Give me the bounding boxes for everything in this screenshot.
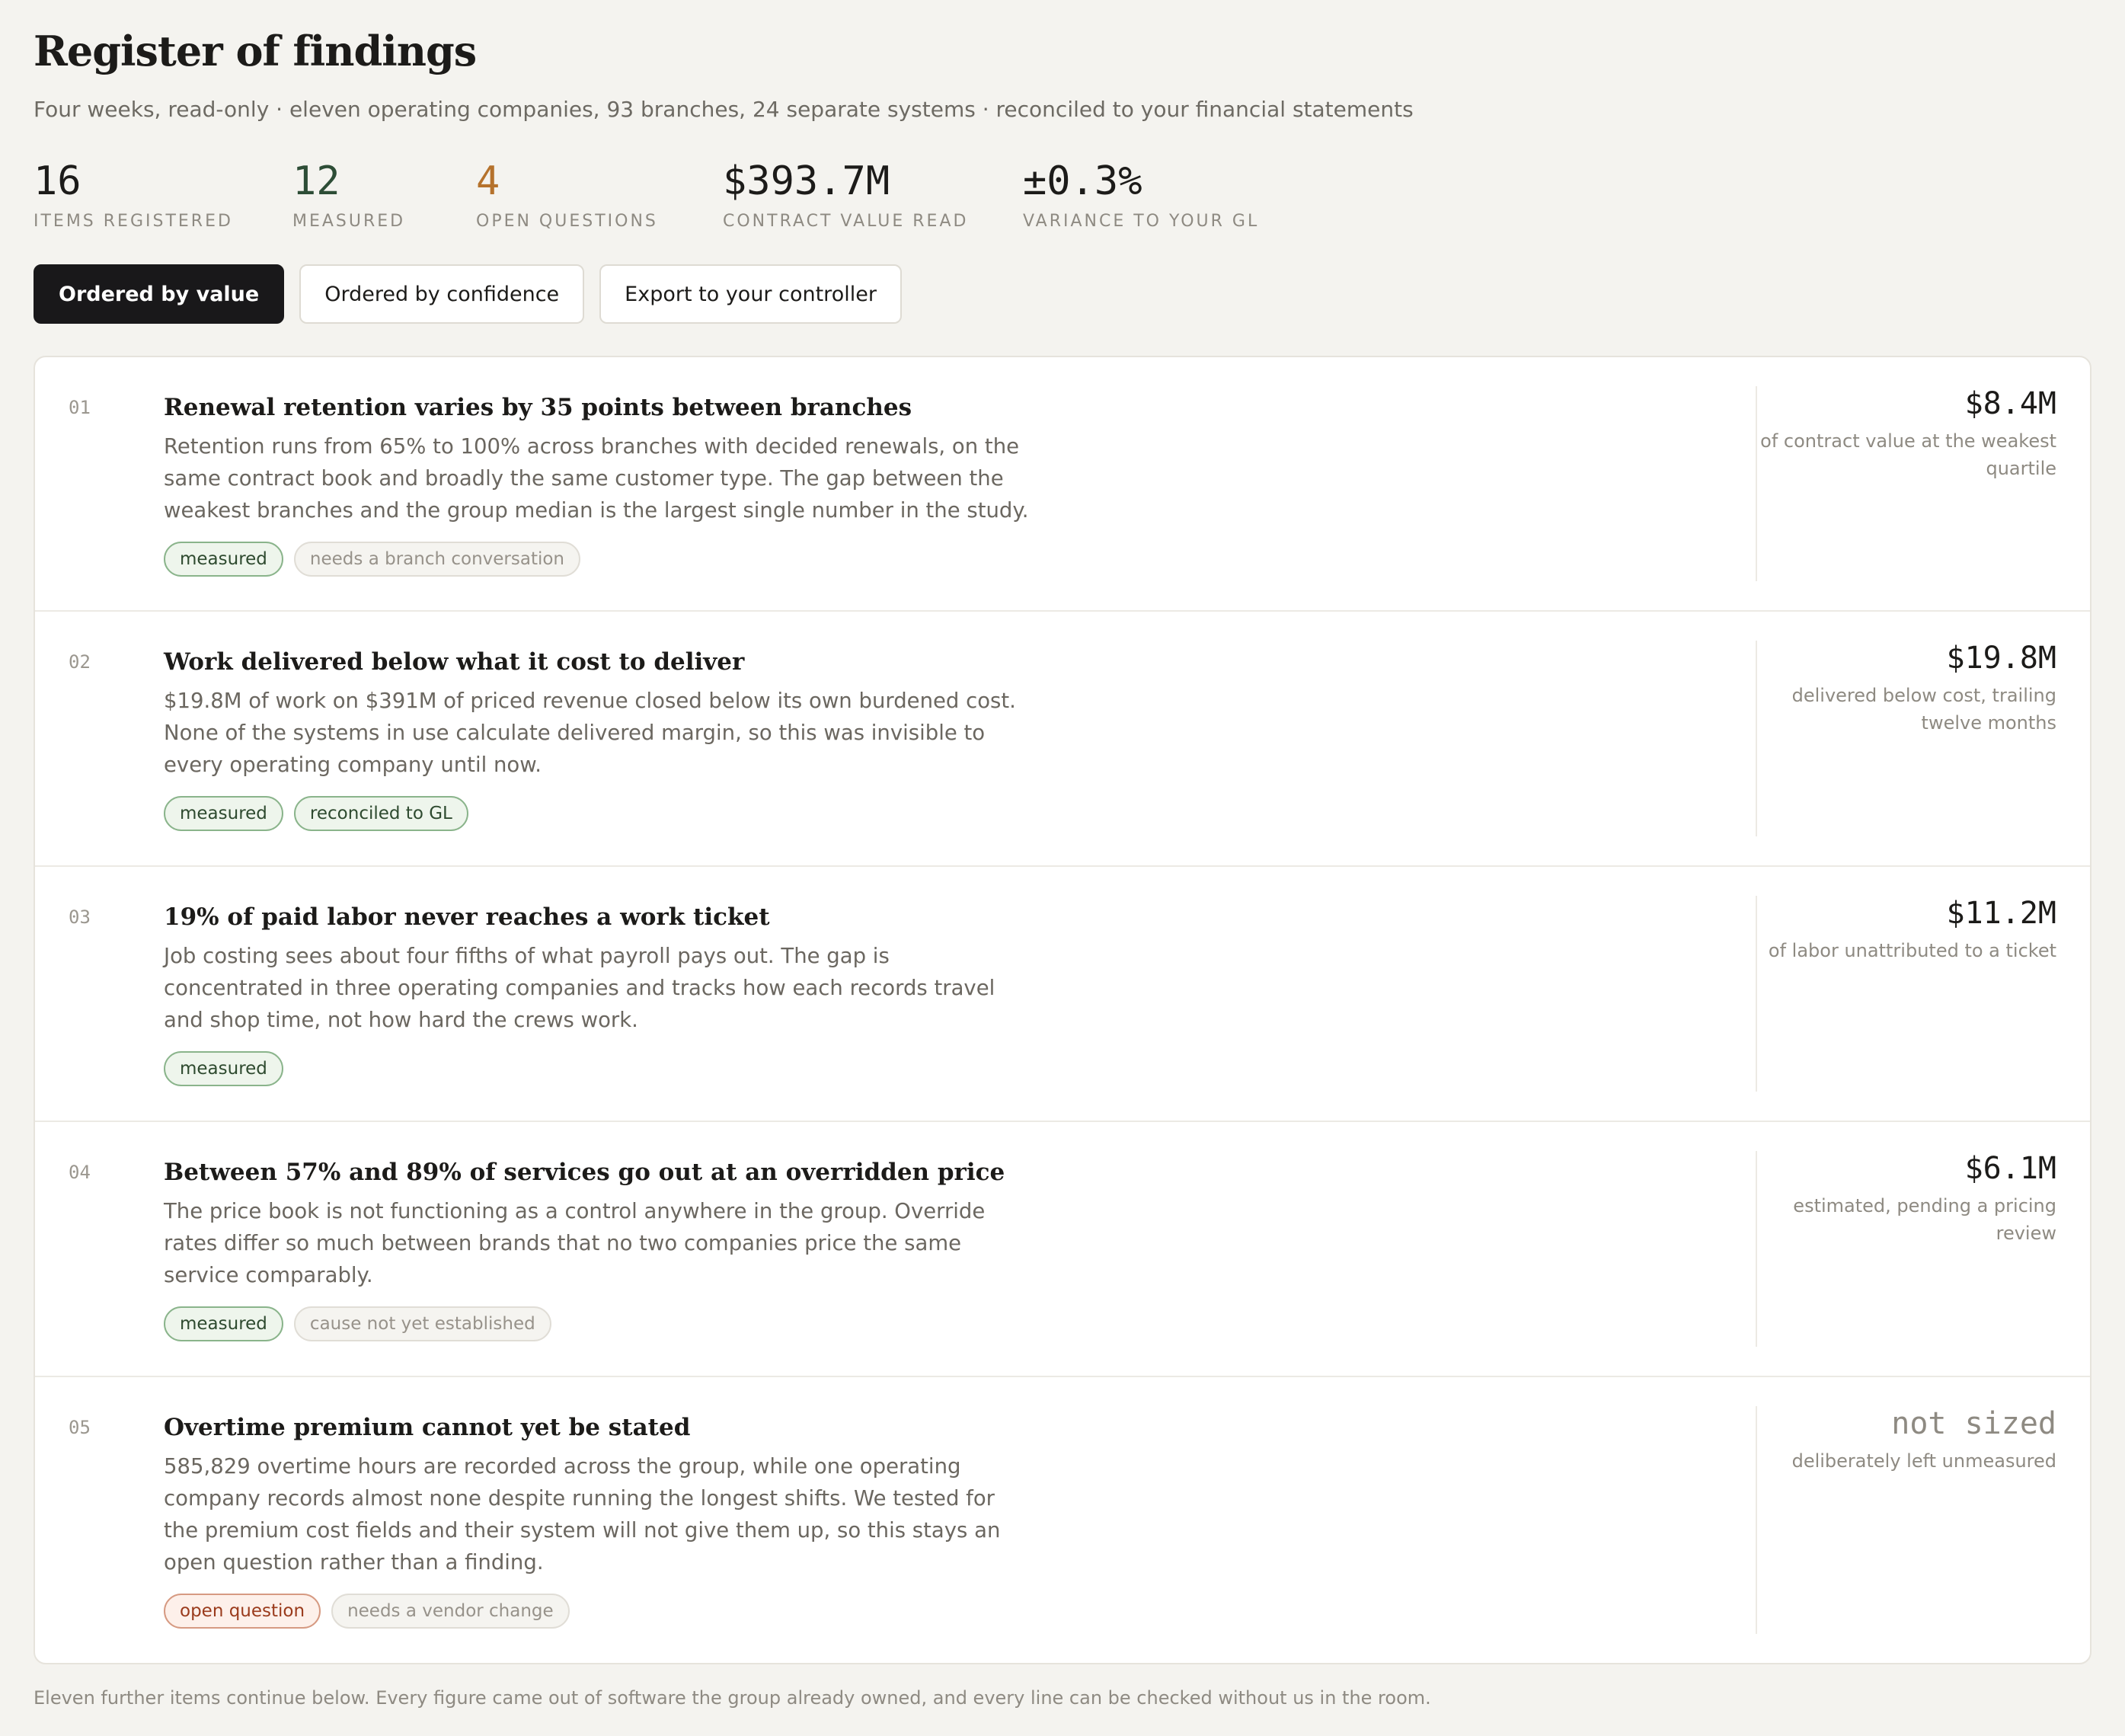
row-divider [1756,641,1757,836]
stat-value: ±0.3% [1023,158,1142,204]
finding-value: $8.4M [1964,386,2056,421]
finding-title: Between 57% and 89% of services go out a… [164,1159,1005,1186]
finding-value-column: $11.2M of labor unattributed to a ticket [1756,867,2090,1121]
finding-description: $19.8M of work on $391M of priced revenu… [164,689,1016,777]
tag-status: reconciled to GL [293,796,468,831]
stat-label: MEASURED [292,212,406,231]
finding-body: Between 57% and 89% of services go out a… [130,1122,1029,1376]
tag-status: cause not yet established [293,1306,551,1341]
stat-variance: ±0.3% VARIANCE TO YOUR GL [1023,158,1259,231]
finding-tags: open question needs a vendor change [164,1594,1029,1629]
tag-measured: measured [164,796,283,831]
tag-measured: measured [164,542,283,577]
stat-value: $393.7M [723,158,890,204]
stat-label: CONTRACT VALUE READ [723,212,969,231]
row-divider [1756,386,1757,581]
finding-tags: measured [164,1051,1029,1086]
finding-value-note: deliberately left unmeasured [1791,1450,2056,1472]
finding-number: 02 [69,651,91,673]
stat-items-registered: 16 ITEMS REGISTERED [34,158,292,231]
finding-number: 01 [69,397,91,418]
finding-tags: measured reconciled to GL [164,796,1029,831]
finding-value-note: of contract value at the weakest quartil… [1760,430,2056,479]
findings-list: 01 Renewal retention varies by 35 points… [34,356,2091,1664]
finding-title: Work delivered below what it cost to del… [164,648,745,676]
tag-status: needs a branch conversation [293,542,581,577]
order-by-confidence-button[interactable]: Ordered by confidence [299,264,585,324]
order-by-value-button[interactable]: Ordered by value [34,264,285,324]
stat-label: OPEN QUESTIONS [476,212,658,231]
stat-value: 12 [292,158,340,204]
finding-body: Renewal retention varies by 35 points be… [130,357,1029,610]
row-divider [1756,1151,1757,1347]
row-divider [1756,1406,1757,1634]
row-divider [1756,896,1757,1092]
tag-measured: measured [164,1051,283,1086]
finding-title: 19% of paid labor never reaches a work t… [164,903,770,931]
tag-status: needs a vendor change [331,1594,570,1629]
finding-row[interactable]: 02 Work delivered below what it cost to … [35,612,2090,867]
finding-description: The price book is not functioning as a c… [164,1199,986,1287]
finding-value: $19.8M [1946,641,2057,676]
finding-value-note: delivered below cost, trailing twelve mo… [1791,685,2056,734]
stat-value: 4 [476,158,500,204]
stat-contract-value: $393.7M CONTRACT VALUE READ [723,158,1023,231]
finding-value: $6.1M [1964,1151,2056,1186]
finding-value: not sized [1891,1406,2056,1441]
stat-value: 16 [34,158,81,204]
tag-measured: measured [164,1306,283,1341]
finding-number: 03 [69,906,91,928]
stat-open-questions: 4 OPEN QUESTIONS [476,158,723,231]
toolbar: Ordered by value Ordered by confidence E… [34,264,2091,324]
page: Register of findings Four weeks, read-on… [0,0,2125,1709]
finding-body: Work delivered below what it cost to del… [130,612,1029,865]
stat-label: ITEMS REGISTERED [34,212,233,231]
finding-description: 585,829 overtime hours are recorded acro… [164,1454,1001,1575]
stat-measured: 12 MEASURED [292,158,476,231]
finding-value-column: $6.1M estimated, pending a pricing revie… [1756,1122,2090,1376]
finding-title: Overtime premium cannot yet be stated [164,1414,691,1441]
finding-value-note: estimated, pending a pricing review [1793,1195,2056,1244]
footnote: Eleven further items continue below. Eve… [34,1687,1431,1709]
finding-value: $11.2M [1946,896,2057,931]
finding-tags: measured needs a branch conversation [164,542,1029,577]
finding-value-column: not sized deliberately left unmeasured [1756,1377,2090,1663]
finding-value-column: $8.4M of contract value at the weakest q… [1756,357,2090,610]
finding-number: 04 [69,1162,91,1183]
finding-body: 19% of paid labor never reaches a work t… [130,867,1029,1121]
finding-row[interactable]: 03 19% of paid labor never reaches a wor… [35,867,2090,1122]
stat-label: VARIANCE TO YOUR GL [1023,212,1260,231]
finding-body: Overtime premium cannot yet be stated 58… [130,1377,1029,1663]
finding-description: Retention runs from 65% to 100% across b… [164,434,1029,523]
finding-description: Job costing sees about four fifths of wh… [164,944,995,1032]
finding-value-note: of labor unattributed to a ticket [1768,940,2056,961]
export-button[interactable]: Export to your controller [599,264,902,324]
finding-row[interactable]: 05 Overtime premium cannot yet be stated… [35,1377,2090,1663]
page-subtitle: Four weeks, read-only · eleven operating… [34,97,1414,122]
finding-row[interactable]: 01 Renewal retention varies by 35 points… [35,357,2090,612]
tag-open-question: open question [164,1594,321,1629]
finding-tags: measured cause not yet established [164,1306,1029,1341]
finding-title: Renewal retention varies by 35 points be… [164,394,912,421]
stats-bar: 16 ITEMS REGISTERED 12 MEASURED 4 OPEN Q… [34,158,2091,231]
finding-row[interactable]: 04 Between 57% and 89% of services go ou… [35,1122,2090,1377]
page-title: Register of findings [34,27,477,75]
finding-number: 05 [69,1417,91,1438]
finding-value-column: $19.8M delivered below cost, trailing tw… [1756,612,2090,865]
